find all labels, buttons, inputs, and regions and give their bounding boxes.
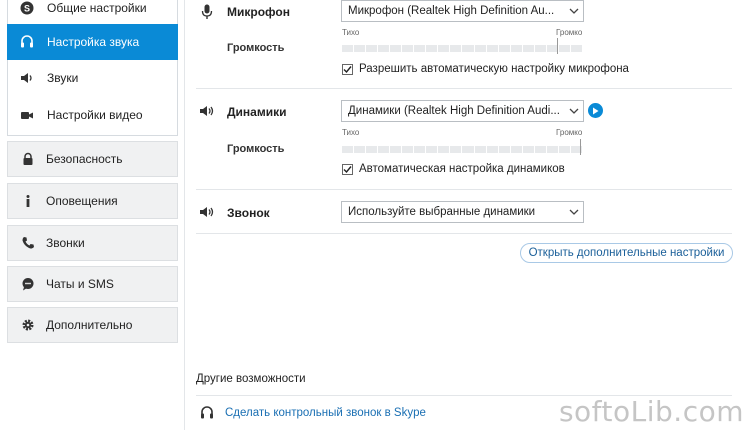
lock-icon	[20, 151, 36, 167]
watermark: softoLib.com	[558, 395, 744, 428]
speakers-auto-adjust-option[interactable]: Автоматическая настройка динамиков	[342, 163, 565, 175]
sidebar-item-security[interactable]: Безопасность	[7, 141, 178, 177]
play-icon	[593, 107, 599, 114]
microphone-device-value: Микрофон (Realtek High Definition Au...	[348, 5, 555, 17]
sidebar-item-label: Настройки видео	[47, 108, 143, 122]
sidebar-item-label: Настройка звука	[47, 35, 140, 49]
sidebar-item-label: Звонки	[46, 236, 85, 250]
sidebar-item-chats-sms[interactable]: Чаты и SMS	[7, 266, 178, 302]
section-divider	[196, 233, 732, 234]
info-icon	[20, 193, 36, 209]
microphone-volume-label: Громкость	[227, 42, 285, 54]
speaker-icon	[198, 103, 216, 119]
microphone-device-select[interactable]: Микрофон (Realtek High Definition Au...	[341, 0, 584, 22]
test-call-link-label: Сделать контрольный звонок в Skype	[225, 407, 426, 419]
microphone-auto-adjust-checkbox[interactable]	[342, 63, 353, 75]
microphone-volume-meter	[342, 45, 582, 52]
ringer-speaker-icon	[198, 204, 216, 220]
microphone-icon	[198, 4, 216, 20]
section-divider	[196, 189, 732, 190]
speakers-device-select[interactable]: Динамики (Realtek High Definition Audi..…	[341, 100, 584, 122]
sidebar-item-label: Чаты и SMS	[46, 277, 114, 291]
chevron-down-icon	[565, 101, 583, 121]
sidebar-item-label: Дополнительно	[46, 318, 133, 332]
headset-icon	[19, 34, 35, 50]
microphone-auto-adjust-label: Разрешить автоматическую настройку микро…	[359, 63, 629, 75]
sidebar-item-video-settings[interactable]: Настройки видео	[7, 98, 178, 132]
phone-icon	[20, 235, 36, 251]
test-call-link[interactable]: Сделать контрольный звонок в Skype	[199, 405, 426, 421]
open-advanced-settings-button[interactable]: Открыть дополнительные настройки	[520, 243, 733, 263]
chevron-down-icon	[565, 202, 583, 222]
ringer-device-select[interactable]: Используйте выбранные динамики	[341, 201, 584, 223]
chat-icon	[20, 276, 36, 292]
speakers-auto-adjust-label: Автоматическая настройка динамиков	[359, 163, 565, 175]
microphone-label: Микрофон	[227, 5, 290, 19]
sidebar-item-label: Безопасность	[46, 152, 123, 166]
camera-icon	[19, 107, 35, 123]
sidebar-item-sounds[interactable]: Звуки	[7, 62, 178, 94]
sidebar-item-advanced[interactable]: Дополнительно	[7, 307, 178, 343]
sidebar-item-label: Общие настройки	[47, 1, 147, 15]
microphone-volume-high-label: Громко	[556, 28, 583, 37]
section-divider	[196, 88, 732, 89]
gear-icon	[20, 317, 36, 333]
sidebar: S Общие настройки Настройка звука Звуки …	[0, 0, 183, 430]
skype-logo-icon: S	[19, 0, 35, 16]
sidebar-item-calls[interactable]: Звонки	[7, 225, 178, 261]
speakers-volume-meter	[342, 146, 582, 153]
speakers-volume-high-label: Громко	[556, 128, 583, 137]
headset-icon	[199, 405, 215, 421]
speakers-volume-low-label: Тихо	[342, 128, 360, 137]
chevron-down-icon	[565, 1, 583, 21]
speakers-device-value: Динамики (Realtek High Definition Audi..…	[348, 105, 560, 117]
microphone-auto-adjust-option[interactable]: Разрешить автоматическую настройку микро…	[342, 63, 629, 75]
speaker-icon	[19, 70, 35, 86]
speakers-volume-slider-handle[interactable]	[580, 139, 581, 155]
sidebar-item-notifications[interactable]: Оповещения	[7, 183, 178, 219]
ringer-label: Звонок	[227, 206, 270, 220]
speakers-label: Динамики	[227, 105, 287, 119]
ringer-device-value: Используйте выбранные динамики	[348, 206, 536, 218]
sidebar-item-label: Звуки	[47, 71, 79, 85]
other-options-heading: Другие возможности	[196, 373, 306, 385]
sidebar-divider	[184, 0, 185, 430]
sidebar-item-general[interactable]: S Общие настройки	[7, 0, 178, 22]
sidebar-item-label: Оповещения	[46, 194, 118, 208]
microphone-volume-low-label: Тихо	[342, 28, 360, 37]
speakers-auto-adjust-checkbox[interactable]	[342, 163, 353, 175]
sidebar-item-sound-settings[interactable]: Настройка звука	[7, 24, 178, 60]
microphone-volume-marker[interactable]	[557, 38, 558, 54]
svg-text:S: S	[24, 4, 30, 14]
play-test-sound-button[interactable]	[588, 103, 603, 118]
speakers-volume-label: Громкость	[227, 143, 285, 155]
